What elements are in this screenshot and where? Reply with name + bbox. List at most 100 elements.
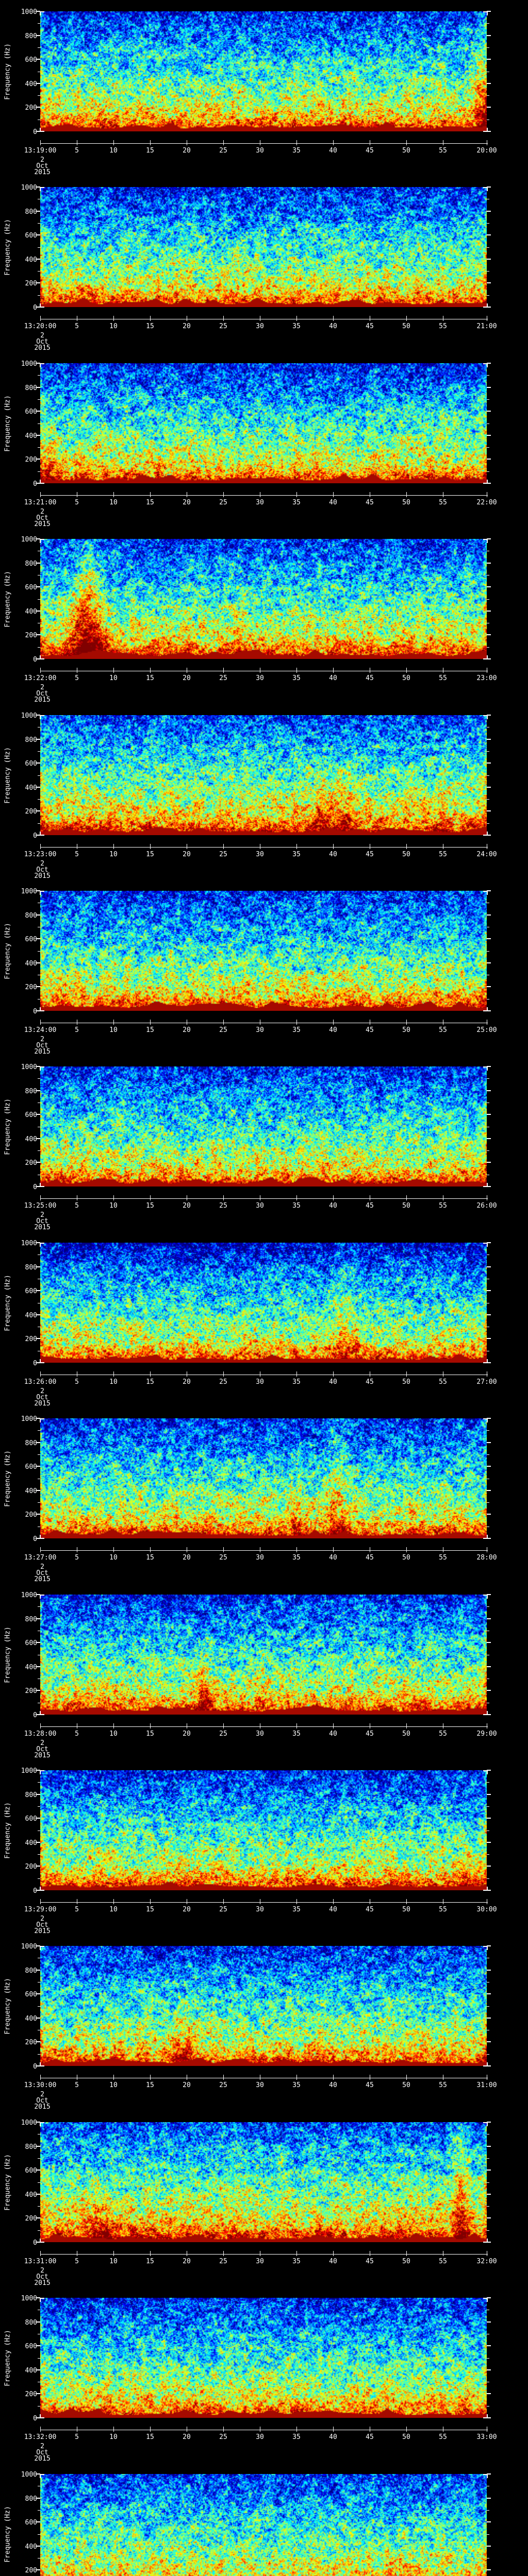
y-minor-tick-left <box>38 1854 40 1855</box>
x-major-tick <box>113 1899 114 1904</box>
y-axis-tick-label: 400 <box>25 2543 37 2551</box>
x-minute-label: 45 <box>366 2433 374 2442</box>
y-minor-tick-left <box>38 799 40 800</box>
y-major-tick-left <box>36 1794 40 1795</box>
y-major-tick-right <box>487 1090 491 1092</box>
x-minute-label: 10 <box>109 323 118 331</box>
y-minor-tick-left <box>38 271 40 272</box>
x-end-time-label: 28:00 <box>476 1554 497 1562</box>
spectrogram-image <box>40 2473 487 2576</box>
y-major-tick-left <box>36 1290 40 1291</box>
y-left-bottom-cap <box>40 1538 44 1539</box>
x-major-tick <box>296 2075 297 2080</box>
y-major-tick-left <box>36 1442 40 1444</box>
y-major-tick-right <box>487 738 491 740</box>
y-axis-tick-label: 800 <box>25 736 37 744</box>
y-axis-tick-label: 400 <box>25 1487 37 1496</box>
y-minor-tick-left <box>38 23 40 24</box>
x-minute-label: 5 <box>75 850 79 858</box>
x-major-tick <box>333 1371 334 1377</box>
y-minor-tick-right <box>487 95 489 96</box>
x-minute-label: 35 <box>292 2433 301 2442</box>
spectrogram-image <box>40 715 487 835</box>
y-major-tick-left <box>36 259 40 260</box>
y-major-tick-left <box>36 786 40 788</box>
y-axis-title: Frequency (Hz) <box>4 43 12 100</box>
y-major-tick-left <box>36 1689 40 1691</box>
y-right-bottom-stub <box>487 128 488 132</box>
x-minute-label: 5 <box>75 2257 79 2265</box>
y-axis-tick-label: 400 <box>25 1136 37 1144</box>
y-right-top-stub <box>487 1242 488 1247</box>
x-minute-label: 15 <box>146 2081 154 2090</box>
x-minute-label: 40 <box>329 498 337 506</box>
y-major-tick-right <box>487 1290 491 1291</box>
y-axis-tick-label: 1000 <box>21 2295 37 2303</box>
y-left-top-cap <box>40 2473 44 2475</box>
x-minute-label: 25 <box>219 498 227 506</box>
x-minute-label: 40 <box>329 2257 337 2265</box>
x-minute-label: 45 <box>366 1730 374 1738</box>
y-axis-tick-label: 800 <box>25 912 37 920</box>
y-axis-tick-label: 600 <box>25 1463 37 1471</box>
x-minute-label: 50 <box>402 1026 410 1034</box>
spectrogram-image <box>40 2298 487 2418</box>
x-minute-label: 55 <box>439 2257 447 2265</box>
x-minute-label: 20 <box>183 323 191 331</box>
x-major-tick <box>406 1020 407 1025</box>
x-major-tick <box>40 1020 41 1025</box>
x-major-tick <box>150 140 151 145</box>
y-axis-tick-label: 600 <box>25 1639 37 1647</box>
x-major-tick <box>150 1195 151 1201</box>
y-axis-tick-label: 400 <box>25 1311 37 1319</box>
y-major-tick-right <box>487 563 491 564</box>
y-right-bottom-stub <box>487 1710 488 1715</box>
x-major-tick <box>333 1899 334 1904</box>
y-major-tick-right <box>487 2521 491 2522</box>
y-axis-tick-label: 800 <box>25 384 37 392</box>
y-major-tick-right <box>487 1666 491 1667</box>
y-left-top-stub <box>40 2122 41 2126</box>
y-axis-tick-label: 1000 <box>21 536 37 544</box>
x-major-tick <box>40 1371 41 1377</box>
x-end-time-label: 23:00 <box>476 674 497 683</box>
x-minute-label: 55 <box>439 1906 447 1913</box>
spectrogram-panel: Frequency (Hz) 1000 800 600 400 200 0 13:30:0… <box>0 1943 528 2122</box>
y-left-top-cap <box>40 363 44 364</box>
x-major-tick <box>333 1195 334 1201</box>
x-major-tick <box>40 668 41 673</box>
y-left-bottom-stub <box>40 655 41 660</box>
y-left-top-stub <box>40 2298 41 2302</box>
y-minor-tick-left <box>38 399 40 400</box>
y-major-tick-left <box>36 634 40 636</box>
y-axis-tick-label: 0 <box>33 656 37 664</box>
y-major-tick-left <box>36 434 40 436</box>
x-major-tick <box>296 1195 297 1201</box>
y-axis-tick-label: 1000 <box>21 360 37 368</box>
y-axis-tick-label: 0 <box>33 1887 37 1895</box>
x-end-time-label: 29:00 <box>476 1730 497 1738</box>
y-minor-tick-left <box>38 1502 40 1503</box>
x-major-tick <box>406 1195 407 1201</box>
y-left-bottom-stub <box>40 1183 41 1188</box>
x-start-time-label: 13:31:00 <box>24 2257 57 2265</box>
spectrogram-image <box>40 363 487 483</box>
y-axis-tick-label: 200 <box>25 2214 37 2223</box>
x-minute-label: 50 <box>402 1906 410 1913</box>
y-axis-tick-label: 0 <box>33 2239 37 2247</box>
y-right-top-stub <box>487 2298 488 2302</box>
y-axis-tick-label: 1000 <box>21 1943 37 1951</box>
y-major-tick-left <box>36 986 40 987</box>
y-minor-tick-right <box>487 1430 489 1431</box>
x-major-tick <box>296 1547 297 1553</box>
x-minute-label: 55 <box>439 1554 447 1562</box>
x-major-tick <box>333 2075 334 2080</box>
y-minor-tick-left <box>38 1430 40 1431</box>
y-axis-tick-label: 200 <box>25 632 37 640</box>
y-major-tick-left <box>36 35 40 36</box>
x-minute-label: 35 <box>292 1730 301 1738</box>
x-start-time-label: 13:21:00 <box>24 498 57 506</box>
y-major-tick-left <box>36 1993 40 1995</box>
spectrogram-panel: Frequency (Hz) 1000 800 600 400 200 0 13:20:0… <box>0 184 528 363</box>
x-minute-label: 40 <box>329 2081 337 2090</box>
